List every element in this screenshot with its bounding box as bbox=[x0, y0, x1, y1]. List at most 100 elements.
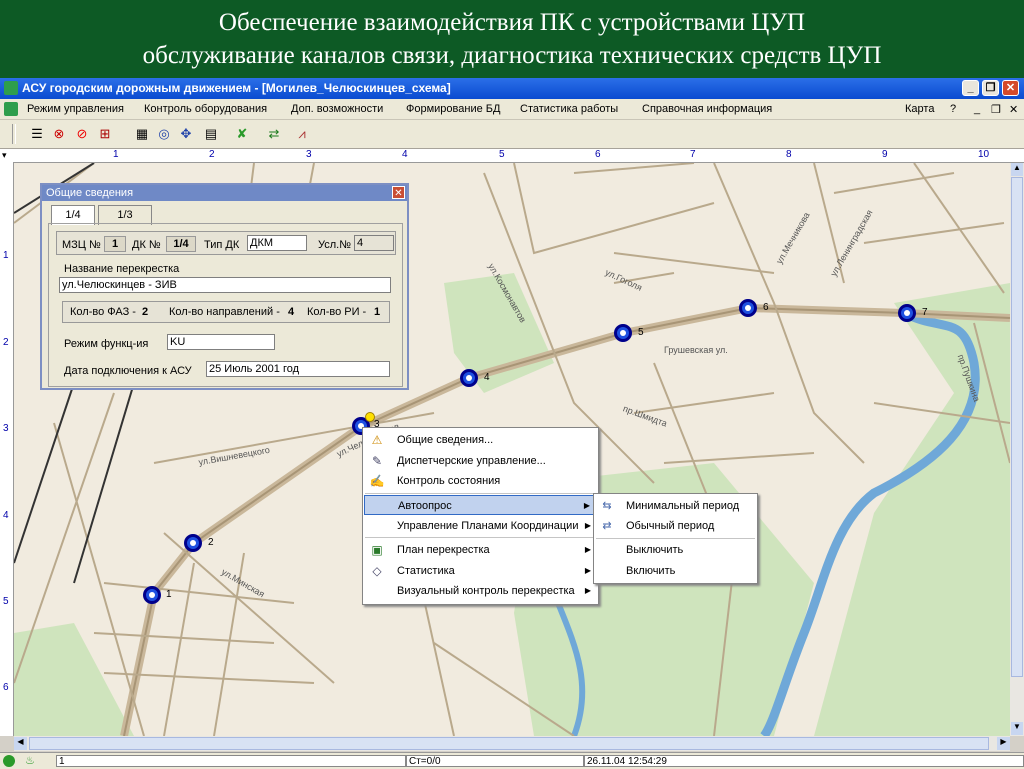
crossing-label: 4 bbox=[484, 372, 490, 383]
date-field[interactable]: 25 Июль 2001 год bbox=[206, 361, 390, 377]
doc-icon bbox=[4, 102, 18, 116]
tab-1-4[interactable]: 1/4 bbox=[51, 205, 95, 225]
dialog-close-button[interactable]: ✕ bbox=[392, 186, 405, 199]
forbid-icon[interactable]: ⊘ bbox=[73, 125, 91, 143]
ruler-tick: 6 bbox=[3, 682, 9, 693]
menu-question[interactable]: ? bbox=[950, 103, 956, 115]
menu-item-label: Автоопрос bbox=[398, 500, 452, 512]
submenu-item-turn-on[interactable]: Включить bbox=[595, 561, 756, 581]
vertical-scroll-thumb[interactable] bbox=[1011, 177, 1023, 677]
crossing-marker[interactable] bbox=[143, 586, 161, 604]
ri-value: 1 bbox=[374, 306, 381, 318]
restore-button[interactable]: ❐ bbox=[982, 80, 999, 96]
ruler-tick: 1 bbox=[113, 149, 119, 160]
street-label: Грушевская ул. bbox=[664, 345, 728, 355]
crossing-label: 7 bbox=[922, 307, 928, 318]
menu-db[interactable]: Формирование БД bbox=[406, 103, 500, 115]
mdi-minimize-button[interactable]: _ bbox=[974, 103, 980, 115]
submenu-item-label: Выключить bbox=[626, 544, 684, 556]
crossing-label: 2 bbox=[208, 537, 214, 548]
app-icon bbox=[4, 81, 18, 95]
submenu-item-normal-period[interactable]: ⇄ Обычный период bbox=[595, 516, 756, 536]
menu-item-coordination-plans[interactable]: Управление Планами Координации ▶ bbox=[364, 516, 597, 536]
general-info-dialog: Общие сведения ✕ 1/4 1/3 МЗЦ № 1 ДК № 1/… bbox=[40, 183, 409, 390]
dispatch-icon: ✎ bbox=[371, 454, 383, 468]
ruler-tick: 5 bbox=[499, 149, 505, 160]
mode-field[interactable]: KU bbox=[167, 334, 275, 350]
menu-item-crossing-plan[interactable]: ▣ План перекрестка ▶ bbox=[364, 540, 597, 560]
checker-icon[interactable]: ▦ bbox=[133, 125, 151, 143]
banner-line-2: обслуживание каналов связи, диагностика … bbox=[142, 42, 882, 69]
scroll-down-icon[interactable]: ▼ bbox=[1011, 722, 1023, 735]
type-field[interactable]: ДКМ bbox=[247, 235, 307, 251]
green-x-icon[interactable]: ✘ bbox=[233, 125, 251, 143]
menu-help[interactable]: Справочная информация bbox=[642, 103, 772, 115]
menu-item-state-control[interactable]: ✍ Контроль состояния bbox=[364, 471, 597, 491]
ruler-tick: 9 bbox=[882, 149, 888, 160]
menu-stats[interactable]: Статистика работы bbox=[520, 103, 618, 115]
banner-line-1: Обеспечение взаимодействия ПК с устройст… bbox=[218, 9, 806, 36]
status-datetime: 26.11.04 12:54:29 bbox=[584, 755, 1024, 767]
list-icon[interactable]: ☰ bbox=[28, 125, 46, 143]
menu-mode[interactable]: Режим управления bbox=[27, 103, 124, 115]
vertical-scrollbar[interactable]: ▲ ▼ bbox=[1010, 163, 1024, 736]
ruler-horizontal: ▾ 1 2 3 4 5 6 7 8 9 10 bbox=[0, 149, 1024, 163]
crossing-marker[interactable] bbox=[898, 304, 916, 322]
date-label: Дата подключения к АСУ bbox=[64, 365, 192, 377]
submenu-item-min-period[interactable]: ⇆ Минимальный период bbox=[595, 496, 756, 516]
statusbar: ♨ 1 Ст=0/0 26.11.04 12:54:29 bbox=[0, 752, 1024, 769]
period-icon: ⇆ bbox=[602, 500, 612, 512]
menu-item-statistics[interactable]: ◇ Статистика ▶ bbox=[364, 561, 597, 581]
menu-extras[interactable]: Доп. возможности bbox=[291, 103, 383, 115]
scroll-left-icon[interactable]: ◀ bbox=[14, 737, 27, 750]
minimize-button[interactable]: _ bbox=[962, 80, 979, 96]
menu-item-visual-control[interactable]: Визуальный контроль перекрестка ▶ bbox=[364, 581, 597, 601]
period-icon: ⇄ bbox=[602, 520, 612, 532]
ruler-tick: 3 bbox=[306, 149, 312, 160]
scroll-up-icon[interactable]: ▲ bbox=[1011, 163, 1023, 176]
document-icon[interactable]: ▤ bbox=[202, 125, 220, 143]
horizontal-scroll-thumb[interactable] bbox=[29, 737, 989, 750]
usl-label: Усл.№ bbox=[318, 239, 352, 251]
triangle-icon[interactable]: ⩘ bbox=[293, 125, 311, 143]
submenu-item-label: Включить bbox=[626, 565, 676, 577]
dk-label: ДК № bbox=[132, 239, 161, 251]
crossing-marker[interactable] bbox=[739, 299, 757, 317]
tab-1-3[interactable]: 1/3 bbox=[98, 205, 152, 225]
submenu-item-turn-off[interactable]: Выключить bbox=[595, 540, 756, 560]
mzc-value: 1 bbox=[104, 236, 126, 252]
usl-field: 4 bbox=[354, 235, 394, 251]
map-icon: ▣ bbox=[371, 543, 383, 557]
type-label: Тип ДК bbox=[204, 239, 240, 251]
arrows-icon[interactable]: ⇄ bbox=[265, 125, 283, 143]
menu-item-label: Статистика bbox=[397, 565, 455, 577]
crossing-marker[interactable] bbox=[460, 369, 478, 387]
menu-item-label: Контроль состояния bbox=[397, 475, 501, 487]
ruler-tick: 4 bbox=[402, 149, 408, 160]
dialog-title: Общие сведения bbox=[46, 187, 134, 199]
crossing-name-field[interactable]: ул.Челюскинцев - ЗИВ bbox=[59, 277, 391, 293]
grid-icon[interactable]: ⊞ bbox=[96, 125, 114, 143]
menu-equipment[interactable]: Контроль оборудования bbox=[144, 103, 267, 115]
menu-map[interactable]: Карта bbox=[905, 103, 934, 115]
status-field-1: 1 bbox=[56, 755, 406, 767]
mdi-close-button[interactable]: ✕ bbox=[1009, 103, 1018, 116]
menu-item-dispatcher[interactable]: ✎ Диспетчерские управление... bbox=[364, 451, 597, 471]
context-menu: ⚠ Общие сведения... ✎ Диспетчерские упра… bbox=[362, 427, 599, 605]
selection-dot bbox=[365, 412, 375, 422]
name-label: Название перекрестка bbox=[64, 263, 180, 275]
target-icon[interactable]: ◎ bbox=[155, 125, 173, 143]
horizontal-scrollbar[interactable]: ◀ ▶ bbox=[14, 736, 1010, 751]
menu-item-label: Диспетчерские управление... bbox=[397, 455, 546, 467]
menu-item-autopoll[interactable]: Автоопрос ▶ bbox=[364, 495, 597, 515]
ruler-corner: ▾ bbox=[2, 150, 7, 160]
crossing-marker[interactable] bbox=[184, 534, 202, 552]
scroll-right-icon[interactable]: ▶ bbox=[997, 737, 1010, 750]
stop-icon[interactable]: ⊗ bbox=[50, 125, 68, 143]
crossing-marker[interactable] bbox=[614, 324, 632, 342]
cross-arrows-icon[interactable]: ✥ bbox=[177, 125, 195, 143]
menu-item-general-info[interactable]: ⚠ Общие сведения... bbox=[364, 430, 597, 450]
close-button[interactable]: ✕ bbox=[1002, 80, 1019, 96]
mdi-restore-button[interactable]: ❐ bbox=[991, 103, 1001, 116]
crossing-label: 1 bbox=[166, 589, 172, 600]
